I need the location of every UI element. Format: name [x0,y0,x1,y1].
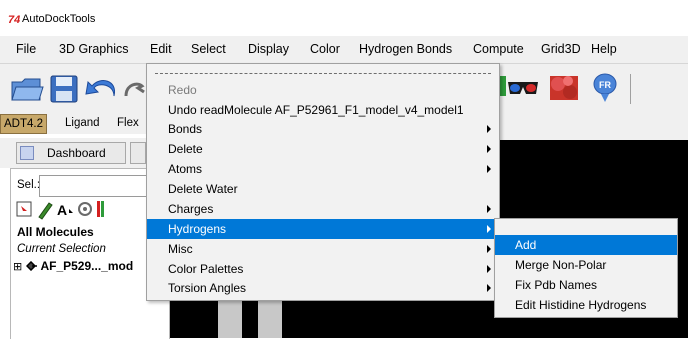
molecule-icon [25,260,37,272]
all-molecules-label: All Molecules [17,225,94,239]
menu-item-hydrogens[interactable]: Hydrogens [147,219,499,239]
toolbar-separator [630,74,631,104]
menu-edit[interactable]: Edit [150,42,172,56]
redo-icon[interactable] [124,76,146,102]
molecule-name: AF_P529..._mod [40,259,134,273]
submenu-arrow-icon [487,245,491,253]
submenu-item-add[interactable]: Add [495,235,677,255]
svg-text:FR: FR [599,80,611,90]
dashboard-row: Dashboard [0,138,170,168]
menu-tearoff-line[interactable] [155,73,491,74]
submenu-item-edit-histidine-hydrogens[interactable]: Edit Histidine Hydrogens [495,295,677,315]
dashboard-button[interactable]: Dashboard [16,142,126,164]
menu-item-color-palettes[interactable]: Color Palettes [147,259,499,279]
label-icon[interactable]: A [57,202,73,218]
submenu-arrow-icon [487,125,491,133]
app-logo-icon: 74 [8,14,20,24]
svg-text:A: A [57,202,67,218]
menu-bar: File 3D Graphics Edit Select Display Col… [0,36,688,64]
menu-item-atoms[interactable]: Atoms [147,159,499,179]
menu-3d-graphics[interactable]: 3D Graphics [59,42,128,56]
dashboard-label: Dashboard [47,146,106,160]
open-folder-icon[interactable] [10,74,44,104]
menu-item-redo[interactable]: Redo [147,80,499,100]
submenu-item-fix-pdb-names[interactable]: Fix Pdb Names [495,275,677,295]
hydrogens-submenu: Add Merge Non-Polar Fix Pdb Names Edit H… [494,218,678,318]
dashboard-extra-button[interactable] [130,142,146,164]
submenu-arrow-icon [487,265,491,273]
submenu-arrow-icon [487,145,491,153]
info-icon[interactable]: FR [590,72,620,104]
tab-ligand[interactable]: Ligand [62,114,103,132]
dashboard-icon-row: A [16,201,104,220]
menu-compute[interactable]: Compute [473,42,524,56]
submenu-arrow-icon [487,225,491,233]
undo-icon[interactable] [84,76,120,102]
selection-label: Sel.: [17,179,41,191]
gear-search-icon[interactable] [78,202,92,216]
adt-tab-bar: ADT4.2 Ligand Flex [0,112,150,134]
window-title: AutoDockTools [22,13,96,25]
tab-adt42[interactable]: ADT4.2 [0,114,47,134]
submenu-item-merge-non-polar[interactable]: Merge Non-Polar [495,255,677,275]
menu-item-misc[interactable]: Misc [147,239,499,259]
menu-item-bonds[interactable]: Bonds [147,119,499,139]
pencil-icon[interactable] [38,202,53,220]
select-icon[interactable] [16,201,32,217]
expand-plus-icon[interactable]: ⊞ [13,261,22,273]
menu-item-delete-water[interactable]: Delete Water [147,179,499,199]
menu-select[interactable]: Select [191,42,226,56]
menu-item-undo-readmolecule[interactable]: Undo readMolecule AF_P52961_F1_model_v4_… [147,100,499,120]
submenu-arrow-icon [487,205,491,213]
tab-flex[interactable]: Flex [114,114,142,132]
menu-hydrogen-bonds[interactable]: Hydrogen Bonds [359,42,452,56]
menu-display[interactable]: Display [248,42,289,56]
save-icon[interactable] [49,74,79,104]
menu-item-charges[interactable]: Charges [147,199,499,219]
menu-file[interactable]: File [16,42,36,56]
svg-text:74: 74 [8,14,20,24]
menu-color[interactable]: Color [310,42,340,56]
submenu-arrow-icon [487,284,491,292]
color-bars-icon[interactable] [97,201,104,217]
menu-help[interactable]: Help [591,42,617,56]
collapse-arrow-icon[interactable] [20,146,34,160]
menu-grid3d[interactable]: Grid3D [541,42,581,56]
title-bar: 74 AutoDockTools [0,0,688,36]
submenu-arrow-icon [487,165,491,173]
menu-item-delete[interactable]: Delete [147,139,499,159]
menu-item-torsion-angles[interactable]: Torsion Angles [147,278,499,298]
molecule-color-icon[interactable] [546,72,582,104]
stereo-glasses-icon[interactable] [500,74,540,104]
edit-menu: Redo Undo readMolecule AF_P52961_F1_mode… [146,63,500,301]
molecule-tree-row[interactable]: ⊞ AF_P529..._mod [13,259,133,273]
current-selection-label: Current Selection [17,243,106,255]
